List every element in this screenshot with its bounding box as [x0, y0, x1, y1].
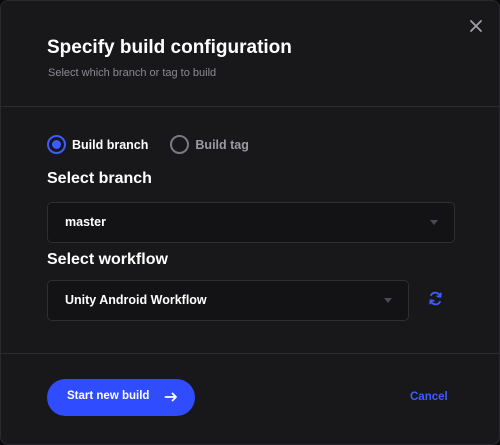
build-tag-label: Build tag	[195, 137, 249, 152]
refresh-icon	[429, 291, 442, 306]
build-config-dialog: Specify build configuration Select which…	[0, 0, 500, 445]
select-branch-label: Select branch	[47, 170, 152, 187]
branch-select-value: master	[65, 215, 106, 229]
radio-selected-indicator	[47, 135, 66, 154]
dialog-subtitle: Select which branch or tag to build	[48, 67, 217, 79]
source-type-radio-group: Build branch Build tag	[47, 135, 271, 154]
close-icon	[470, 20, 482, 32]
build-branch-label: Build branch	[72, 137, 149, 152]
start-new-build-button[interactable]: Start new build	[47, 379, 195, 416]
radio-unselected-indicator	[170, 135, 190, 154]
refresh-workflows-button[interactable]	[427, 290, 444, 307]
workflow-select[interactable]: Unity Android Workflow	[47, 280, 409, 321]
build-tag-radio[interactable]: Build tag	[170, 135, 249, 154]
start-new-build-label: Start new build	[67, 390, 150, 402]
select-workflow-label: Select workflow	[47, 251, 168, 268]
workflow-select-value: Unity Android Workflow	[65, 293, 207, 307]
footer-divider	[1, 353, 499, 354]
cancel-button[interactable]: Cancel	[410, 391, 448, 403]
close-button[interactable]	[467, 17, 485, 35]
chevron-down-icon	[384, 298, 392, 303]
branch-select[interactable]: master	[47, 202, 455, 243]
chevron-down-icon	[430, 220, 438, 225]
arrow-right-icon	[164, 392, 177, 402]
build-branch-radio[interactable]: Build branch	[47, 135, 148, 154]
header-divider	[1, 106, 499, 107]
dialog-title: Specify build configuration	[47, 37, 292, 58]
